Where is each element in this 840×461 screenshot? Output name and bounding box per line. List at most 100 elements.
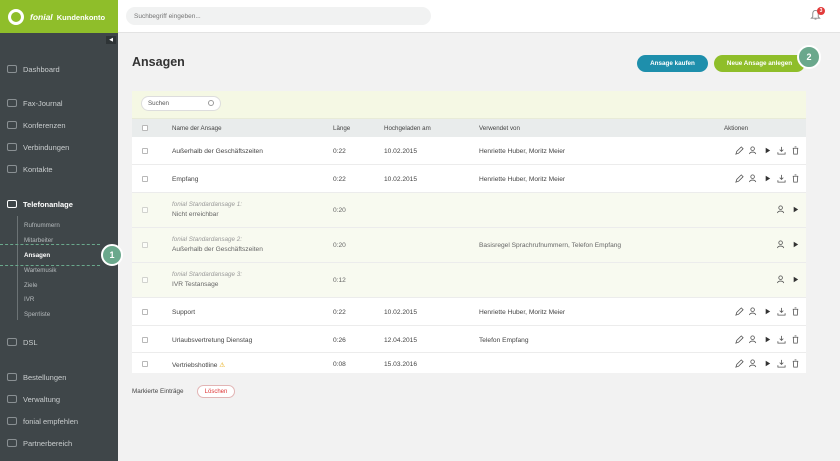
col-uploaded[interactable]: Hochgeladen am bbox=[384, 125, 431, 132]
assign-user-icon[interactable] bbox=[749, 335, 758, 344]
table-row[interactable]: Außerhalb der Geschäftszeiten 0:22 10.02… bbox=[132, 137, 806, 165]
sidebar-item-kontakte[interactable]: Kontakte bbox=[0, 162, 118, 176]
sidebar-item-verbindungen[interactable]: Verbindungen bbox=[0, 140, 118, 154]
col-length[interactable]: Länge bbox=[333, 125, 350, 132]
table-row[interactable]: fonial Standardansage 2: Außerhalb der G… bbox=[132, 228, 806, 263]
play-icon[interactable] bbox=[763, 307, 772, 316]
assign-user-icon[interactable] bbox=[777, 240, 786, 249]
sidebar-item-bestellungen[interactable]: Bestellungen bbox=[0, 370, 118, 384]
sidebar-item-dsl[interactable]: DSL bbox=[0, 335, 118, 349]
table-row[interactable]: Support 0:22 10.02.2015 Henriette Huber,… bbox=[132, 298, 806, 326]
assign-user-icon[interactable] bbox=[749, 359, 758, 368]
admin-icon bbox=[7, 395, 17, 403]
row-checkbox bbox=[142, 277, 148, 283]
row-checkbox bbox=[142, 242, 148, 248]
row-checkbox[interactable] bbox=[142, 148, 148, 154]
assign-user-icon[interactable] bbox=[749, 307, 758, 316]
download-icon[interactable] bbox=[777, 146, 786, 155]
announcements-table: Suchen Name der Ansage Länge Hochgeladen… bbox=[132, 91, 806, 373]
download-icon[interactable] bbox=[777, 174, 786, 183]
submenu-guide-line bbox=[17, 216, 18, 320]
play-icon[interactable] bbox=[791, 240, 800, 249]
edit-icon[interactable] bbox=[735, 359, 744, 368]
sidebar-item-fax-journal[interactable]: Fax-Journal bbox=[0, 96, 118, 110]
table-row[interactable]: fonial Standardansage 3: IVR Testansage … bbox=[132, 263, 806, 298]
table-row[interactable]: Vertriebshotline ⚠ 0:08 15.03.2016 bbox=[132, 353, 806, 373]
play-icon[interactable] bbox=[763, 335, 772, 344]
edit-icon[interactable] bbox=[735, 174, 744, 183]
select-all-checkbox[interactable] bbox=[142, 125, 148, 131]
annotation-marker-1: 1 bbox=[101, 244, 123, 266]
sidebar-item-dashboard[interactable]: Dashboard bbox=[0, 62, 118, 76]
new-announcement-button[interactable]: Neue Ansage anlegen bbox=[714, 55, 805, 72]
top-bar: 3 bbox=[118, 0, 840, 33]
assign-user-icon[interactable] bbox=[777, 275, 786, 284]
row-checkbox[interactable] bbox=[142, 309, 148, 315]
fax-icon bbox=[7, 99, 17, 107]
play-icon[interactable] bbox=[763, 146, 772, 155]
table-row[interactable]: Empfang 0:22 10.02.2015 Henriette Huber,… bbox=[132, 165, 806, 193]
col-used-by[interactable]: Verwendet von bbox=[479, 125, 520, 132]
delete-icon[interactable] bbox=[791, 307, 800, 316]
sidebar-subitem-ansagen[interactable]: Ansagen bbox=[24, 252, 50, 259]
buy-announcement-button[interactable]: Ansage kaufen bbox=[637, 55, 708, 72]
row-checkbox[interactable] bbox=[142, 176, 148, 182]
assign-user-icon[interactable] bbox=[749, 174, 758, 183]
row-checkbox[interactable] bbox=[142, 361, 148, 367]
delete-icon[interactable] bbox=[791, 359, 800, 368]
assign-user-icon[interactable] bbox=[749, 146, 758, 155]
brand-name: fonial bbox=[30, 11, 53, 22]
row-checkbox[interactable] bbox=[142, 337, 148, 343]
global-search-input[interactable] bbox=[126, 7, 431, 25]
sidebar-subitem-mitarbeiter[interactable]: Mitarbeiter bbox=[24, 237, 53, 244]
play-icon[interactable] bbox=[791, 205, 800, 214]
connections-icon bbox=[7, 143, 17, 151]
sidebar-item-partnerbereich[interactable]: Partnerbereich bbox=[0, 436, 118, 450]
play-icon[interactable] bbox=[763, 174, 772, 183]
conference-icon bbox=[7, 121, 17, 129]
sidebar-subitem-ivr[interactable]: IVR bbox=[24, 296, 34, 303]
sidebar-item-verwaltung[interactable]: Verwaltung bbox=[0, 392, 118, 406]
download-icon[interactable] bbox=[777, 359, 786, 368]
sidebar-subitem-rufnummern[interactable]: Rufnummern bbox=[24, 222, 60, 229]
dsl-icon bbox=[7, 338, 17, 346]
sidebar-subitem-wartemusik[interactable]: Wartemusik bbox=[24, 267, 56, 274]
annotation-line-bottom bbox=[0, 265, 100, 266]
sidebar-subitem-sperrliste[interactable]: Sperrliste bbox=[24, 311, 50, 318]
sidebar-subitem-ziele[interactable]: Ziele bbox=[24, 282, 37, 289]
fonial-logo-icon bbox=[8, 8, 24, 25]
col-actions: Aktionen bbox=[724, 125, 749, 132]
delete-selected-button[interactable]: Löschen bbox=[197, 385, 235, 398]
sidebar-item-fonial-empfehlen[interactable]: fonial empfehlen bbox=[0, 414, 118, 428]
download-icon[interactable] bbox=[777, 307, 786, 316]
row-checkbox bbox=[142, 207, 148, 213]
bulk-actions-label: Markierte Einträge bbox=[132, 388, 184, 395]
delete-icon[interactable] bbox=[791, 335, 800, 344]
col-name[interactable]: Name der Ansage bbox=[172, 125, 222, 132]
filter-bar: Suchen bbox=[132, 91, 806, 119]
sidebar-item-konferenzen[interactable]: Konferenzen bbox=[0, 118, 118, 132]
annotation-marker-2: 2 bbox=[797, 45, 821, 69]
table-search-input[interactable]: Suchen bbox=[141, 96, 221, 111]
page-title: Ansagen bbox=[132, 55, 185, 69]
table-header: Name der Ansage Länge Hochgeladen am Ver… bbox=[132, 119, 806, 137]
sidebar-item-telefonanlage[interactable]: Telefonanlage bbox=[0, 197, 118, 211]
delete-icon[interactable] bbox=[791, 174, 800, 183]
phone-system-icon bbox=[7, 200, 17, 208]
edit-icon[interactable] bbox=[735, 146, 744, 155]
play-icon[interactable] bbox=[763, 359, 772, 368]
collapse-sidebar-button[interactable]: ◀ bbox=[106, 36, 116, 44]
brand-logo[interactable]: fonial Kundenkonto bbox=[0, 0, 118, 33]
table-row[interactable]: Urlaubsvertretung Dienstag 0:26 12.04.20… bbox=[132, 326, 806, 353]
table-row[interactable]: fonial Standardansage 1: Nicht erreichba… bbox=[132, 193, 806, 228]
warning-icon: ⚠ bbox=[219, 362, 226, 369]
play-icon[interactable] bbox=[791, 275, 800, 284]
download-icon[interactable] bbox=[777, 335, 786, 344]
delete-icon[interactable] bbox=[791, 146, 800, 155]
edit-icon[interactable] bbox=[735, 307, 744, 316]
notification-badge: 3 bbox=[817, 7, 825, 15]
edit-icon[interactable] bbox=[735, 335, 744, 344]
brand-suffix: Kundenkonto bbox=[56, 12, 106, 22]
assign-user-icon[interactable] bbox=[777, 205, 786, 214]
cart-icon bbox=[7, 373, 17, 381]
